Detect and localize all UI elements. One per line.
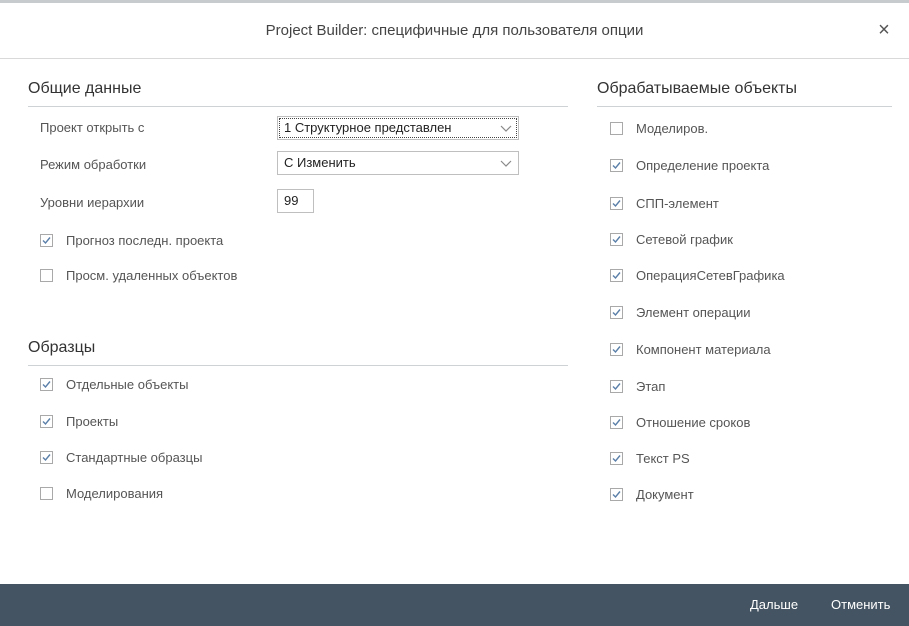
check-icon [42,236,51,244]
section-title-general: Общие данные [28,80,142,97]
processing-mode-value: С Изменить [284,155,356,170]
hierarchy-levels-input[interactable]: 99 [277,189,314,213]
checkbox-checked[interactable] [610,415,623,429]
checkbox-label: Документ [636,486,694,502]
checkbox-label: Моделиров. [636,120,709,136]
forecast-last-project-checkbox-row[interactable]: Прогноз последн. проекта [40,230,223,250]
check-icon [612,235,621,243]
checkbox-checked[interactable] [610,451,623,465]
close-icon[interactable]: × [873,19,895,41]
cancel-button[interactable]: Отменить [831,584,890,626]
network-checkbox-row[interactable]: Сетевой график [610,229,733,249]
checkbox-checked[interactable] [40,377,53,391]
processing-mode-label: Режим обработки [40,157,147,172]
checkbox-checked[interactable] [610,487,623,501]
checkbox-label: Стандартные образцы [66,449,203,465]
milestone-checkbox-row[interactable]: Этап [610,376,665,396]
check-icon [42,380,51,388]
checkbox-label: Моделирования [66,485,164,501]
individual-objects-checkbox-row[interactable]: Отдельные объекты [40,374,188,394]
checkbox-label: ОперацияСетевГрафика [636,267,785,283]
checkbox-checked[interactable] [610,379,623,393]
checkbox-checked[interactable] [610,268,623,282]
check-icon [612,161,621,169]
dialog-header: Project Builder: специфичные для пользов… [0,3,909,59]
section-divider-processed-objects [597,106,892,107]
checkbox-checked[interactable] [610,305,623,319]
next-button[interactable]: Дальше [750,584,798,626]
show-deleted-objects-checkbox-row[interactable]: Просм. удаленных объектов [40,265,237,285]
section-title-templates: Образцы [28,339,96,356]
relationship-checkbox-row[interactable]: Отношение сроков [610,412,750,432]
standard-templates-checkbox-row[interactable]: Стандартные образцы [40,447,202,467]
open-project-value: 1 Структурное представлен [284,120,452,135]
wbs-element-checkbox-row[interactable]: СПП-элемент [610,193,719,213]
check-icon [42,453,51,461]
activity-element-checkbox-row[interactable]: Элемент операции [610,302,751,322]
checkbox-checked[interactable] [610,196,623,210]
section-divider-general [28,106,568,107]
checkbox-checked[interactable] [610,342,623,356]
processing-mode-select[interactable]: С Изменить [277,151,519,175]
check-icon [612,382,621,390]
document-checkbox-row[interactable]: Документ [610,484,694,504]
checkbox-label: Просм. удаленных объектов [66,267,238,283]
chevron-down-icon [500,125,512,132]
material-component-checkbox-row[interactable]: Компонент материала [610,339,771,359]
checkbox-label: Отношение сроков [636,414,751,430]
checkbox-label: Сетевой график [636,231,733,247]
checkbox-checked[interactable] [610,232,623,246]
check-icon [612,199,621,207]
checkbox-label: Этап [636,378,666,394]
open-project-label: Проект открыть с [40,120,145,135]
section-divider-templates [28,365,568,366]
ps-text-checkbox-row[interactable]: Текст PS [610,448,690,468]
network-activity-checkbox-row[interactable]: ОперацияСетевГрафика [610,265,785,285]
check-icon [612,271,621,279]
check-icon [42,417,51,425]
options-dialog: Project Builder: специфичные для пользов… [0,0,909,626]
checkbox-label: Проекты [66,413,119,429]
check-icon [612,454,621,462]
checkbox[interactable] [610,121,623,135]
checkbox[interactable] [40,486,53,500]
checkbox-checked[interactable] [40,450,53,464]
checkbox-label: Компонент материала [636,341,771,357]
check-icon [612,490,621,498]
checkbox-checked[interactable] [40,233,53,247]
simulations-checkbox-row[interactable]: Моделирования [40,483,163,503]
checkbox-label: Отдельные объекты [66,376,189,392]
checkbox-label: СПП-элемент [636,195,719,211]
project-definition-checkbox-row[interactable]: Определение проекта [610,155,769,175]
checkbox-label: Определение проекта [636,157,770,173]
check-icon [612,345,621,353]
checkbox-label: Элемент операции [636,304,751,320]
projects-checkbox-row[interactable]: Проекты [40,411,118,431]
dialog-footer: Дальше Отменить [0,584,909,626]
open-project-select[interactable]: 1 Структурное представлен [277,116,519,140]
dialog-title: Project Builder: специфичные для пользов… [265,22,644,39]
checkbox-checked[interactable] [40,414,53,428]
section-title-processed-objects: Обрабатываемые объекты [597,80,797,97]
hierarchy-levels-label: Уровни иерархии [40,195,145,210]
chevron-down-icon [500,160,512,167]
simulation-checkbox-row[interactable]: Моделиров. [610,118,708,138]
checkbox-label: Текст PS [636,450,690,466]
checkbox-label: Прогноз последн. проекта [66,232,224,248]
checkbox[interactable] [40,268,53,282]
check-icon [612,308,621,316]
check-icon [612,418,621,426]
checkbox-checked[interactable] [610,158,623,172]
